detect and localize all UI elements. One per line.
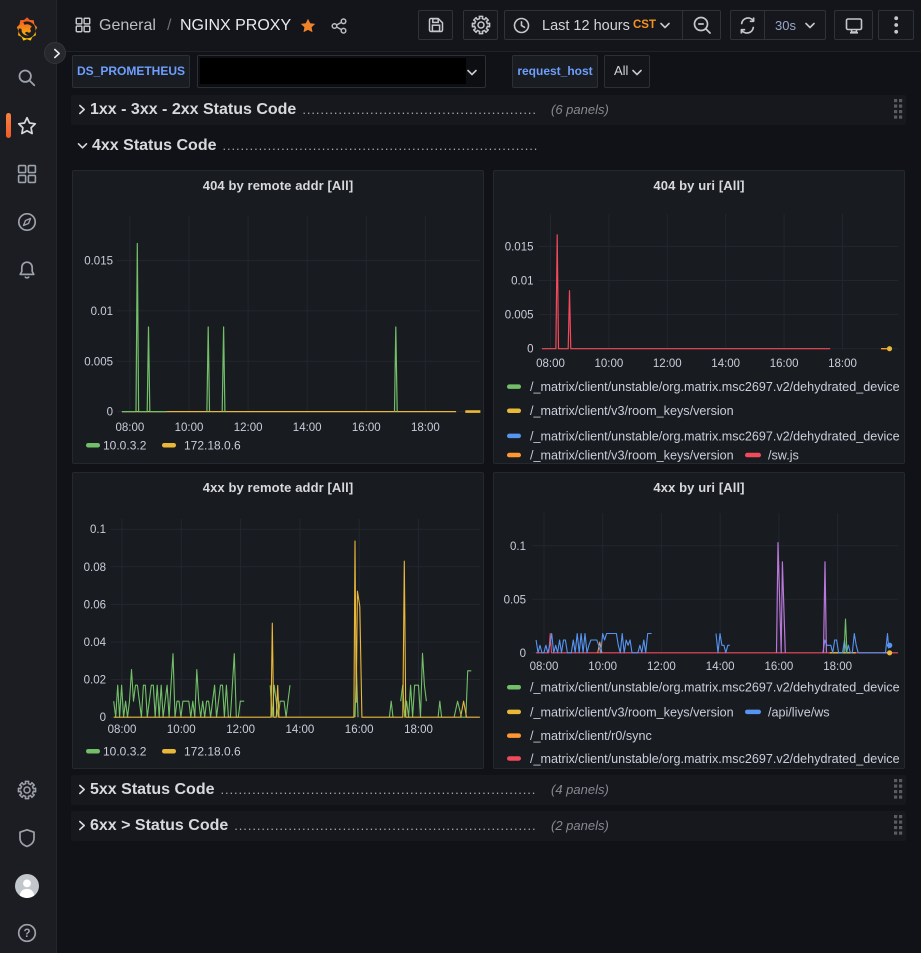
svg-text:16:00: 16:00 <box>345 724 374 736</box>
svg-text:14:00: 14:00 <box>286 724 315 736</box>
svg-text:16:00: 16:00 <box>352 422 381 434</box>
svg-text:10:00: 10:00 <box>167 724 196 736</box>
svg-text:08:00: 08:00 <box>108 724 137 736</box>
svg-text:/sw.js: /sw.js <box>768 449 799 463</box>
svg-text:0.05: 0.05 <box>504 594 526 606</box>
svg-text:0: 0 <box>100 712 106 724</box>
svg-text:18:00: 18:00 <box>828 358 857 370</box>
svg-text:0.04: 0.04 <box>84 637 107 649</box>
svg-text:0: 0 <box>520 648 526 660</box>
svg-text:10.0.3.2: 10.0.3.2 <box>103 439 147 453</box>
svg-text:0.02: 0.02 <box>84 675 106 687</box>
svg-text:14:00: 14:00 <box>706 661 735 673</box>
svg-text:18:00: 18:00 <box>404 724 433 736</box>
svg-text:/_matrix/client/r0/sync: /_matrix/client/r0/sync <box>530 729 652 743</box>
svg-text:0.015: 0.015 <box>505 241 534 253</box>
svg-text:08:00: 08:00 <box>116 422 145 434</box>
svg-text:0: 0 <box>527 344 533 356</box>
svg-text:0.01: 0.01 <box>511 276 533 288</box>
svg-text:08:00: 08:00 <box>536 358 565 370</box>
svg-text:?: ? <box>23 928 30 940</box>
svg-text:14:00: 14:00 <box>293 422 322 434</box>
svg-text:10:00: 10:00 <box>175 422 204 434</box>
svg-text:08:00: 08:00 <box>530 661 559 673</box>
svg-text:/_matrix/client/unstable/org.m: /_matrix/client/unstable/org.matrix.msc2… <box>530 380 900 394</box>
svg-text:0.005: 0.005 <box>505 310 534 322</box>
svg-text:12:00: 12:00 <box>647 661 676 673</box>
svg-text:0.1: 0.1 <box>510 541 526 553</box>
svg-text:0.005: 0.005 <box>84 356 113 368</box>
svg-text:18:00: 18:00 <box>823 661 852 673</box>
svg-text:/_matrix/client/v3/room_keys/v: /_matrix/client/v3/room_keys/version <box>530 449 734 463</box>
svg-text:16:00: 16:00 <box>770 358 799 370</box>
svg-text:0.015: 0.015 <box>84 256 113 268</box>
svg-text:12:00: 12:00 <box>653 358 682 370</box>
svg-text:10.0.3.2: 10.0.3.2 <box>103 745 147 759</box>
svg-text:0.1: 0.1 <box>90 524 106 536</box>
svg-text:16:00: 16:00 <box>765 661 794 673</box>
svg-text:0.06: 0.06 <box>84 599 106 611</box>
svg-text:12:00: 12:00 <box>234 422 263 434</box>
svg-text:/_matrix/client/v3/room_keys/v: /_matrix/client/v3/room_keys/version <box>530 404 734 418</box>
svg-text:12:00: 12:00 <box>226 724 255 736</box>
svg-text:18:00: 18:00 <box>411 422 440 434</box>
svg-text:/api/live/ws: /api/live/ws <box>768 705 830 719</box>
svg-text:0: 0 <box>107 407 113 419</box>
svg-text:14:00: 14:00 <box>711 358 740 370</box>
svg-text:0.01: 0.01 <box>91 306 113 318</box>
svg-text:/_matrix/client/unstable/org.m: /_matrix/client/unstable/org.matrix.msc2… <box>530 429 900 443</box>
svg-text:/_matrix/client/unstable/org.m: /_matrix/client/unstable/org.matrix.msc2… <box>530 681 900 695</box>
svg-text:172.18.0.6: 172.18.0.6 <box>184 745 241 759</box>
svg-text:10:00: 10:00 <box>595 358 624 370</box>
svg-text:10:00: 10:00 <box>588 661 617 673</box>
svg-text:/_matrix/client/unstable/org.m: /_matrix/client/unstable/org.matrix.msc2… <box>530 752 900 766</box>
svg-text:0.08: 0.08 <box>84 562 106 574</box>
svg-text:172.18.0.6: 172.18.0.6 <box>184 439 241 453</box>
svg-text:/_matrix/client/v3/room_keys/v: /_matrix/client/v3/room_keys/version <box>530 705 734 719</box>
